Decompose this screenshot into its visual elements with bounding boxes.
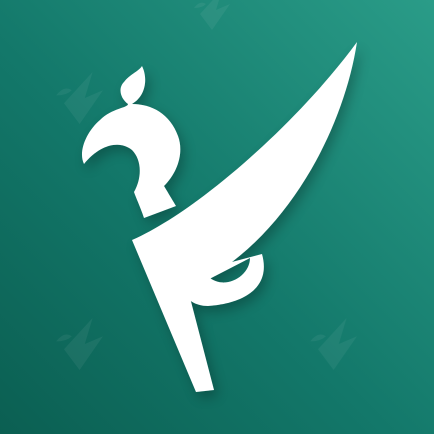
app-icon <box>0 0 434 434</box>
app-icon-canvas <box>0 0 434 434</box>
